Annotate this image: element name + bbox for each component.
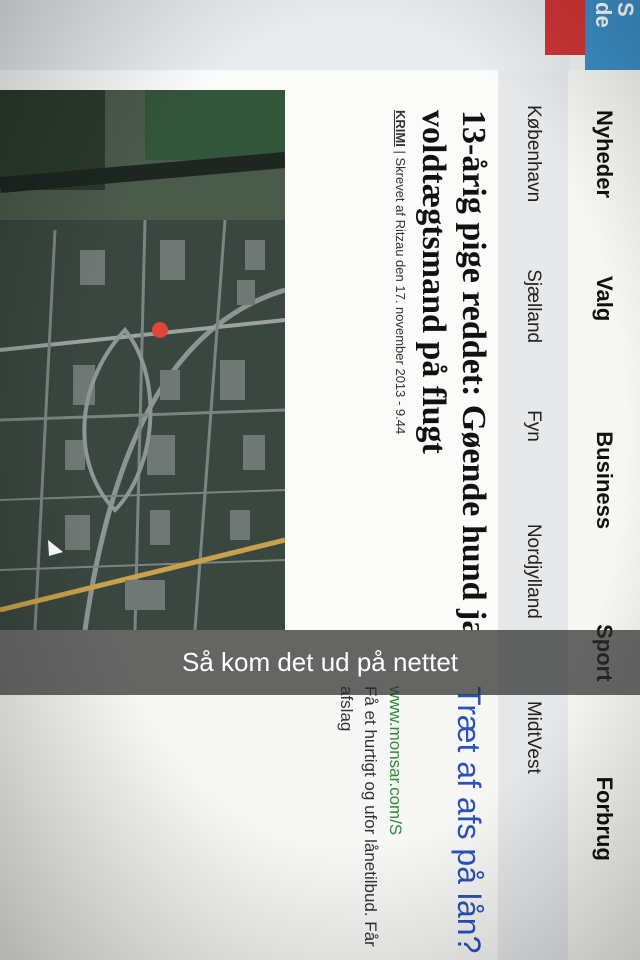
ad-text: Få et hurtigt og ufor lånetilbud. Får af… [337, 686, 380, 947]
subnav-item-fyn[interactable]: Fyn [522, 375, 544, 474]
article-byline-text: | Skrevet af Ritzau den 17. november 201… [393, 150, 408, 435]
snap-caption-bar: Så kom det ud på nettet [0, 630, 640, 695]
subnav-item-sjaelland[interactable]: Sjælland [522, 234, 544, 375]
nav-item-forbrug[interactable]: Forbrug [591, 722, 617, 901]
region-subnav: København Sjælland Fyn Nordjylland MidtV… [498, 70, 568, 960]
snap-caption-text: Så kom det ud på nettet [181, 647, 459, 677]
map-location-pin-icon [152, 322, 168, 338]
subnav-item-koebenhavn[interactable]: København [522, 70, 544, 234]
article-byline: KRIMI | Skrevet af Ritzau den 17. novemb… [393, 110, 408, 434]
screen-photo: S de Nyheder Valg Business Sport Forbrug… [0, 0, 640, 960]
ad-url[interactable]: www.monsar.com/S [385, 686, 405, 835]
nav-item-nyheder[interactable]: Nyheder [591, 70, 617, 238]
subnav-item-nordjylland[interactable]: Nordjylland [522, 474, 544, 651]
nav-item-business[interactable]: Business [591, 361, 617, 569]
site-logo-text: S de [591, 2, 638, 28]
ad-title[interactable]: Træt af afs på lån? [450, 686, 488, 960]
article-category-link[interactable]: KRIMI [393, 110, 408, 147]
main-nav: Nyheder Valg Business Sport Forbrug [567, 70, 640, 960]
rotated-webpage: S de Nyheder Valg Business Sport Forbrug… [0, 0, 640, 960]
nav-item-valg[interactable]: Valg [591, 238, 617, 361]
aerial-map-svg [0, 90, 285, 630]
aerial-map-image[interactable] [0, 90, 285, 630]
